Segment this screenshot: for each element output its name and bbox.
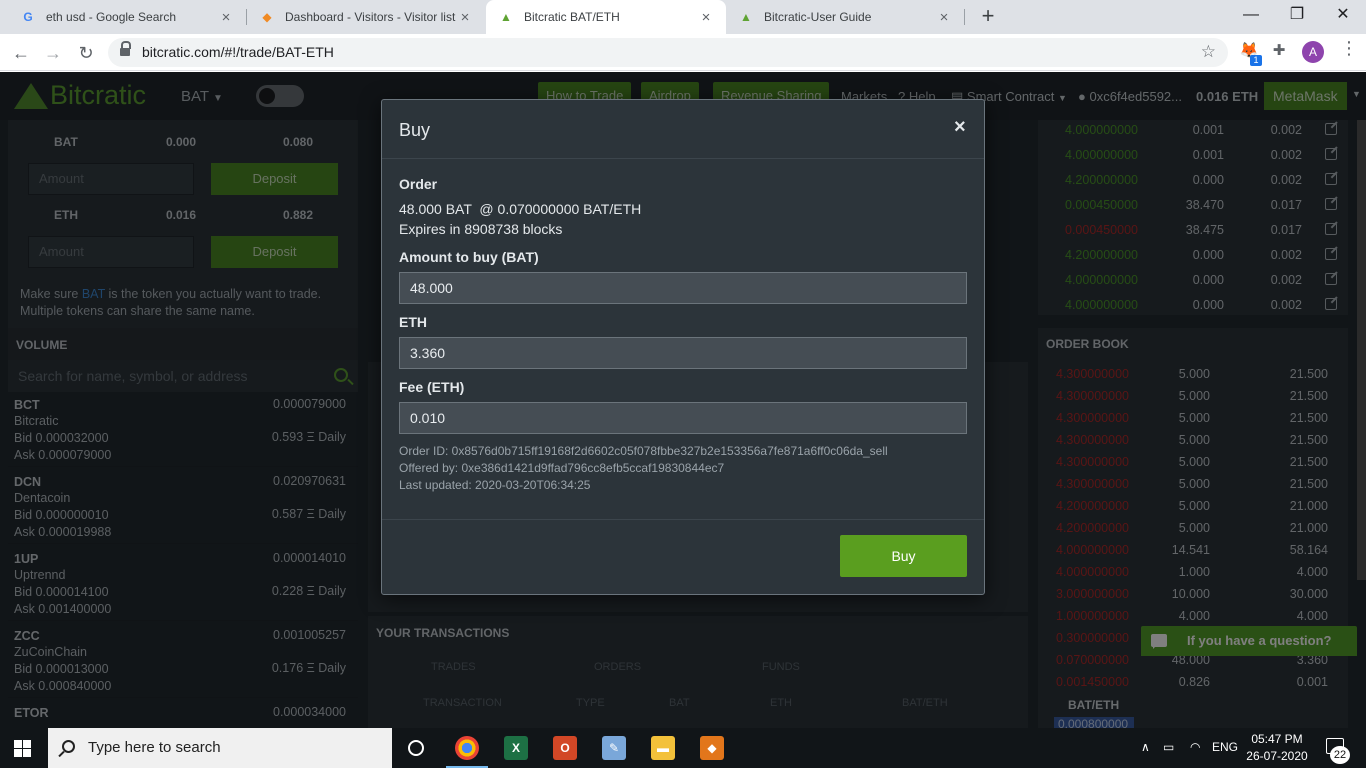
bitcratic-icon: ▲ bbox=[740, 10, 752, 24]
file-explorer-icon[interactable]: ▬ bbox=[651, 736, 675, 760]
close-icon[interactable]: × bbox=[954, 116, 966, 139]
minimize-button[interactable]: — bbox=[1228, 0, 1274, 34]
order-label: Order bbox=[399, 176, 438, 192]
close-tab-icon[interactable]: × bbox=[457, 9, 473, 26]
browser-toolbar: ← → ↻ bitcratic.com/#!/trade/BAT-ETH ☆ bbox=[0, 34, 1366, 71]
modal-header: Buy × bbox=[382, 100, 984, 159]
close-tab-icon[interactable]: × bbox=[936, 9, 952, 26]
dashboard-icon: ◆ bbox=[262, 10, 272, 24]
clock-date: 26-07-2020 bbox=[1246, 749, 1308, 763]
order-expiry: Expires in 8908738 blocks bbox=[399, 221, 563, 237]
buy-modal: Buy × Order 48.000 BAT @ 0.070000000 BAT… bbox=[381, 99, 985, 595]
restore-button[interactable]: ❐ bbox=[1274, 0, 1320, 34]
excel-icon[interactable]: X bbox=[504, 736, 528, 760]
tab-divider bbox=[964, 9, 965, 25]
extensions-puzzle-icon[interactable]: ✚ bbox=[1268, 40, 1290, 62]
chrome-taskbar-icon[interactable] bbox=[455, 736, 479, 760]
amount-to-buy-input[interactable]: 48.000 bbox=[399, 272, 967, 304]
paint-icon[interactable]: ✎ bbox=[602, 736, 626, 760]
notification-count: 22 bbox=[1330, 746, 1350, 764]
tab-dashboard-visitors[interactable]: ◆ Dashboard - Visitors - Visitor list × bbox=[247, 0, 485, 34]
eth-amount-input[interactable]: 3.360 bbox=[399, 337, 967, 369]
close-tab-icon[interactable]: × bbox=[218, 9, 234, 26]
metamask-taskbar-icon[interactable]: ◆ bbox=[700, 736, 724, 760]
order-id: Order ID: 0x8576d0b715ff19168f2d6602c05f… bbox=[399, 444, 888, 458]
last-updated: Last updated: 2020-03-20T06:34:25 bbox=[399, 478, 591, 492]
clock-time: 05:47 PM bbox=[1251, 732, 1303, 746]
close-tab-icon[interactable]: × bbox=[698, 9, 714, 26]
back-button[interactable]: ← bbox=[8, 40, 34, 66]
address-bar[interactable]: bitcratic.com/#!/trade/BAT-ETH ☆ bbox=[108, 38, 1228, 67]
tab-bitcratic-trade[interactable]: ▲ Bitcratic BAT/ETH × bbox=[486, 0, 726, 34]
lock-icon[interactable] bbox=[120, 41, 131, 57]
chrome-menu-icon[interactable]: ⋮ bbox=[1340, 38, 1358, 59]
tray-chevron-up-icon[interactable]: ∧ bbox=[1141, 740, 1150, 754]
tab-strip: G eth usd - Google Search × ◆ Dashboard … bbox=[0, 0, 1366, 34]
order-summary: 48.000 BAT @ 0.070000000 BAT/ETH bbox=[399, 201, 642, 217]
url-text[interactable]: bitcratic.com/#!/trade/BAT-ETH bbox=[142, 44, 334, 60]
taskbar-clock[interactable]: 05:47 PM 26-07-2020 bbox=[1245, 731, 1309, 765]
modal-footer-divider bbox=[382, 519, 984, 520]
fee-label: Fee (ETH) bbox=[399, 379, 465, 395]
wifi-icon[interactable]: ◠ bbox=[1190, 740, 1200, 754]
tab-title: eth usd - Google Search bbox=[46, 10, 177, 24]
windows-start-icon[interactable] bbox=[14, 740, 31, 757]
reload-button[interactable]: ↻ bbox=[73, 40, 99, 66]
modal-title: Buy bbox=[399, 120, 431, 140]
google-icon: G bbox=[23, 10, 33, 24]
battery-icon[interactable]: ▭ bbox=[1163, 740, 1174, 754]
tab-bitcratic-guide[interactable]: ▲ Bitcratic-User Guide × bbox=[726, 0, 964, 34]
fee-input[interactable]: 0.010 bbox=[399, 402, 967, 434]
taskbar-search-input[interactable]: Type here to search bbox=[48, 728, 392, 768]
offered-by: Offered by: 0xe386d1421d9ffad796cc8efb5c… bbox=[399, 461, 725, 475]
tab-google-search[interactable]: G eth usd - Google Search × bbox=[8, 0, 246, 34]
outlook-icon[interactable]: O bbox=[553, 736, 577, 760]
tab-title: Bitcratic-User Guide bbox=[764, 10, 872, 24]
forward-button[interactable]: → bbox=[40, 40, 66, 66]
extension-badge: 1 bbox=[1250, 55, 1262, 66]
language-indicator[interactable]: ENG bbox=[1212, 740, 1238, 754]
amount-label: Amount to buy (BAT) bbox=[399, 249, 539, 265]
search-icon bbox=[62, 740, 75, 753]
bitcratic-icon: ▲ bbox=[500, 10, 512, 24]
buy-button[interactable]: Buy bbox=[840, 535, 967, 577]
close-window-button[interactable]: ✕ bbox=[1320, 0, 1366, 34]
cortana-icon[interactable] bbox=[408, 740, 424, 756]
eth-label: ETH bbox=[399, 314, 427, 330]
taskbar-search-placeholder: Type here to search bbox=[88, 739, 221, 756]
windows-taskbar: Type here to search X O ✎ ▬ ◆ ∧ ▭ ◠ ENG … bbox=[0, 728, 1366, 768]
profile-avatar[interactable]: A bbox=[1302, 41, 1324, 63]
tab-title: Bitcratic BAT/ETH bbox=[524, 10, 620, 24]
tab-title: Dashboard - Visitors - Visitor list bbox=[285, 10, 456, 24]
new-tab-button[interactable]: + bbox=[976, 4, 1000, 28]
bookmark-star-icon[interactable]: ☆ bbox=[1201, 42, 1216, 62]
